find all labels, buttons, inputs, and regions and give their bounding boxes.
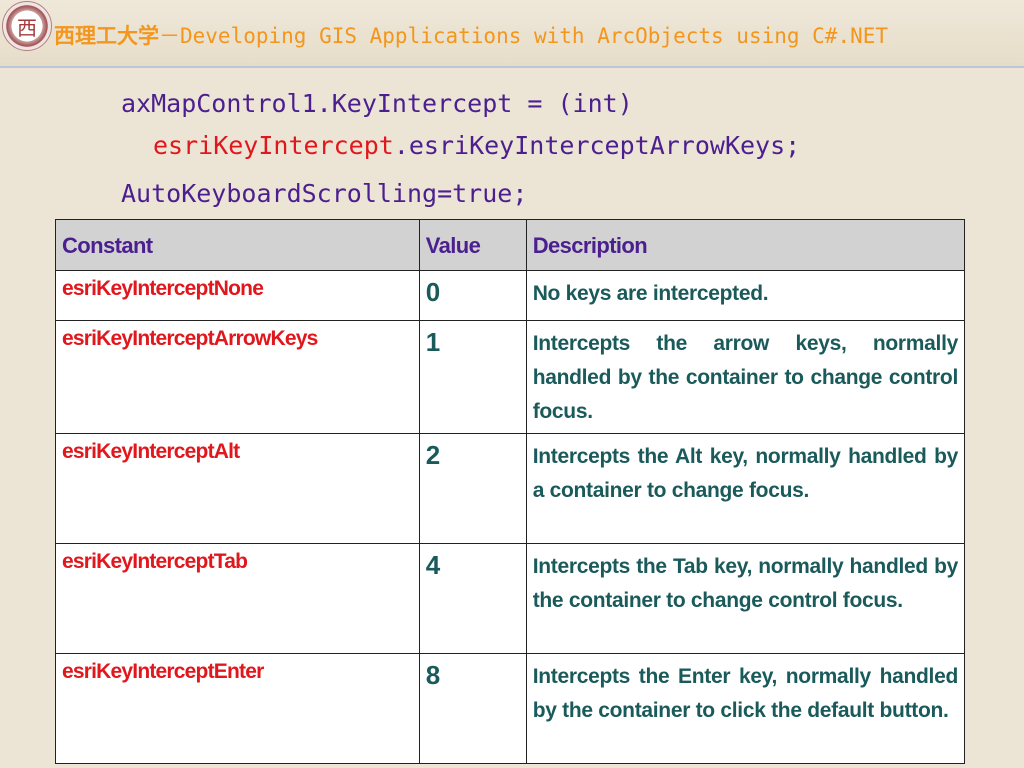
cell-constant: esriKeyInterceptEnter [55, 653, 420, 764]
cell-description: No keys are intercepted. [525, 270, 966, 321]
code-enum-member: .esriKeyInterceptArrowKeys; [393, 131, 801, 160]
slide-title: 西理工大学－Developing GIS Applications with A… [54, 20, 888, 50]
cell-description: Intercepts the Alt key, normally handled… [525, 433, 966, 544]
table-row: esriKeyInterceptAlt 2 Intercepts the Alt… [55, 433, 966, 544]
cell-constant: esriKeyInterceptArrowKeys [55, 320, 420, 434]
code-line-2: esriKeyIntercept.esriKeyInterceptArrowKe… [153, 131, 800, 160]
header-constant: Constant [55, 219, 420, 271]
header-value: Value [418, 219, 527, 271]
cell-description: Intercepts the Tab key, normally handled… [525, 543, 966, 654]
logo-emblem: 西 [17, 15, 37, 40]
table-row: esriKeyInterceptNone 0 No keys are inter… [55, 270, 966, 321]
cell-description: Intercepts the arrow keys, normally hand… [525, 320, 966, 434]
cell-constant: esriKeyInterceptNone [55, 270, 420, 321]
header-divider-light [0, 66, 1024, 68]
cell-constant: esriKeyInterceptTab [55, 543, 420, 654]
cell-value: 2 [418, 433, 527, 544]
cell-value: 8 [418, 653, 527, 764]
table-row: esriKeyInterceptEnter 8 Intercepts the E… [55, 653, 966, 764]
cell-constant: esriKeyInterceptAlt [55, 433, 420, 544]
title-university: 西理工大学 [54, 24, 159, 48]
code-enum-type: esriKeyIntercept [153, 131, 394, 160]
university-logo-icon: 西 [2, 1, 52, 51]
cell-value: 0 [418, 270, 527, 321]
key-intercept-table: Constant Value Description esriKeyInterc… [55, 219, 966, 764]
code-line-3: AutoKeyboardScrolling=true; [121, 179, 528, 208]
title-separator: － [159, 24, 180, 48]
cell-description: Intercepts the Enter key, normally handl… [525, 653, 966, 764]
header-description: Description [525, 219, 966, 271]
cell-value: 1 [418, 320, 527, 434]
slide-header: 西 西理工大学－Developing GIS Applications with… [0, 0, 1024, 68]
table-row: esriKeyInterceptArrowKeys 1 Intercepts t… [55, 320, 966, 434]
cell-value: 4 [418, 543, 527, 654]
code-line-1: axMapControl1.KeyIntercept = (int) [121, 89, 633, 118]
table-row: esriKeyInterceptTab 4 Intercepts the Tab… [55, 543, 966, 654]
table-header-row: Constant Value Description [55, 219, 966, 271]
title-course: Developing GIS Applications with ArcObje… [180, 24, 889, 48]
